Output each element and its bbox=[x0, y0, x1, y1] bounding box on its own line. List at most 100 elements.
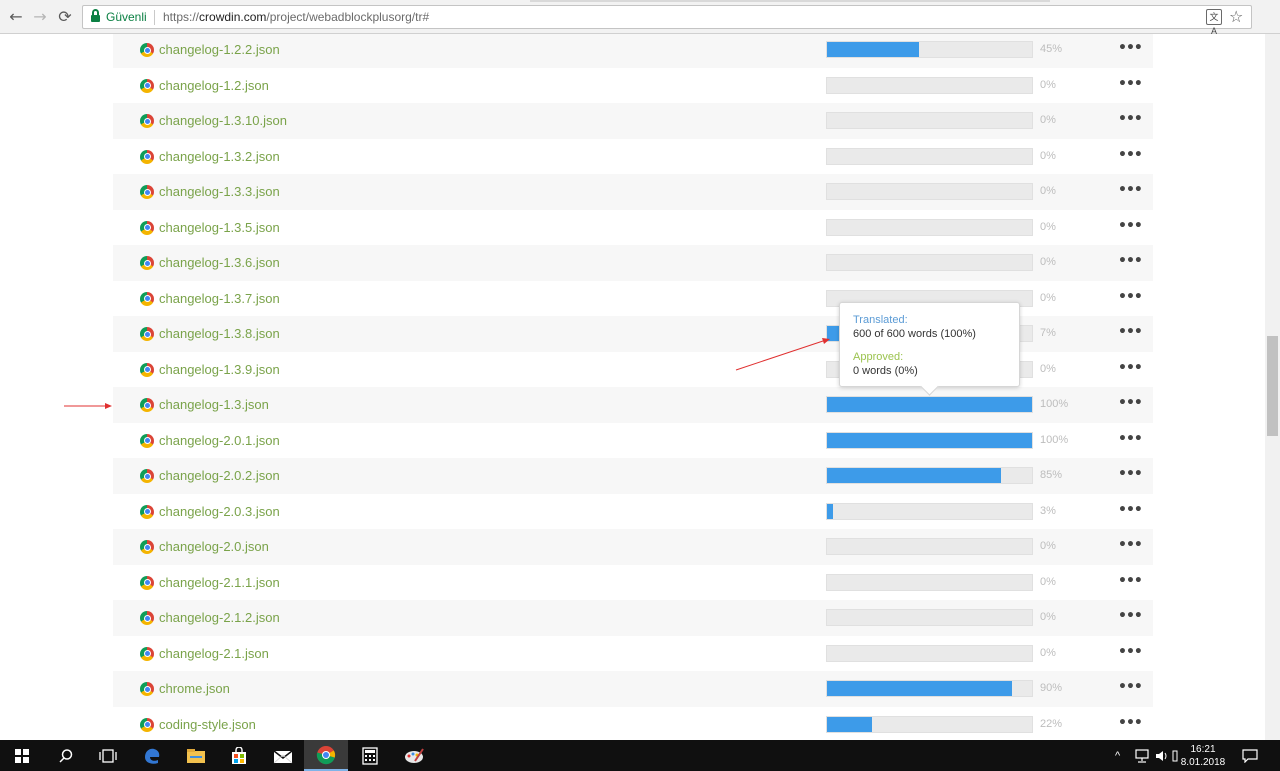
translation-progress-bar[interactable] bbox=[826, 715, 1033, 733]
file-name-link[interactable]: changelog-1.3.10.json bbox=[159, 113, 287, 128]
row-more-menu-icon[interactable]: ••• bbox=[1118, 253, 1143, 269]
row-more-menu-icon[interactable]: ••• bbox=[1118, 573, 1143, 589]
reload-button[interactable]: ⟳ bbox=[55, 7, 75, 27]
translation-progress-bar[interactable] bbox=[826, 147, 1033, 165]
mail-taskbar-button[interactable] bbox=[261, 740, 305, 771]
file-name-link[interactable]: changelog-1.3.6.json bbox=[159, 255, 280, 270]
translation-progress-bar[interactable] bbox=[826, 680, 1033, 697]
row-more-menu-icon[interactable]: ••• bbox=[1118, 466, 1143, 482]
row-more-menu-icon[interactable]: ••• bbox=[1118, 679, 1143, 695]
page-scrollbar[interactable] bbox=[1265, 34, 1280, 740]
lock-icon[interactable] bbox=[91, 9, 100, 22]
bookmark-star-icon[interactable]: ☆ bbox=[1229, 7, 1243, 26]
progress-percent: 100% bbox=[1040, 433, 1069, 446]
translation-progress-bar[interactable] bbox=[826, 254, 1033, 271]
chrome-file-icon bbox=[140, 575, 154, 590]
translation-progress-fill bbox=[827, 716, 873, 732]
chrome-file-icon bbox=[140, 362, 154, 377]
file-name-link[interactable]: changelog-1.3.3.json bbox=[159, 184, 280, 199]
notification-icon bbox=[1242, 748, 1258, 763]
translate-icon[interactable]: 文A bbox=[1206, 9, 1222, 36]
file-name-link[interactable]: changelog-2.1.json bbox=[159, 646, 269, 661]
row-more-menu-icon[interactable]: ••• bbox=[1118, 502, 1143, 518]
row-more-menu-icon[interactable]: ••• bbox=[1118, 360, 1143, 376]
row-more-menu-icon[interactable]: ••• bbox=[1118, 76, 1143, 92]
store-taskbar-button[interactable] bbox=[217, 740, 261, 771]
file-name-link[interactable]: changelog-2.1.1.json bbox=[159, 575, 280, 590]
file-row: changelog-1.3.2.json 0% ••• bbox=[113, 139, 1153, 175]
task-view-button[interactable] bbox=[86, 740, 130, 771]
row-more-menu-icon[interactable]: ••• bbox=[1118, 40, 1143, 56]
file-row: changelog-2.0.3.json 3% ••• bbox=[113, 494, 1153, 530]
tray-volume[interactable] bbox=[1155, 740, 1169, 771]
file-name-link[interactable]: changelog-1.2.json bbox=[159, 78, 269, 93]
scrollbar-thumb[interactable] bbox=[1267, 336, 1278, 436]
translation-progress-bar[interactable] bbox=[826, 538, 1033, 555]
chrome-file-icon bbox=[140, 717, 154, 732]
file-name-link[interactable]: changelog-1.3.9.json bbox=[159, 362, 280, 377]
row-more-menu-icon[interactable]: ••• bbox=[1118, 324, 1143, 340]
translation-progress-bar[interactable] bbox=[826, 467, 1033, 484]
file-row: changelog-1.3.5.json 0% ••• bbox=[113, 210, 1153, 246]
translation-progress-bar[interactable] bbox=[826, 396, 1033, 413]
action-center-button[interactable] bbox=[1242, 740, 1258, 771]
forward-button[interactable]: → bbox=[30, 7, 50, 27]
chrome-taskbar-button[interactable] bbox=[304, 740, 348, 771]
file-name-link[interactable]: changelog-1.3.7.json bbox=[159, 291, 280, 306]
row-more-menu-icon[interactable]: ••• bbox=[1118, 218, 1143, 234]
url-host: crowdin.com bbox=[199, 10, 267, 24]
start-button[interactable] bbox=[0, 740, 44, 771]
file-name-link[interactable]: changelog-1.2.2.json bbox=[159, 42, 280, 57]
translation-progress-bar[interactable] bbox=[826, 41, 1033, 58]
file-name-link[interactable]: changelog-1.3.2.json bbox=[159, 149, 280, 164]
row-more-menu-icon[interactable]: ••• bbox=[1118, 644, 1143, 660]
tray-network[interactable] bbox=[1134, 740, 1150, 771]
row-more-menu-icon[interactable]: ••• bbox=[1118, 715, 1143, 731]
mail-icon bbox=[273, 749, 293, 763]
row-more-menu-icon[interactable]: ••• bbox=[1118, 111, 1143, 127]
file-explorer-taskbar-button[interactable] bbox=[174, 740, 218, 771]
translation-progress-bar[interactable] bbox=[826, 112, 1033, 129]
file-name-link[interactable]: changelog-1.3.5.json bbox=[159, 220, 280, 235]
tray-language[interactable] bbox=[1172, 740, 1178, 771]
file-name-link[interactable]: changelog-2.0.1.json bbox=[159, 433, 280, 448]
taskbar-clock[interactable]: 16:21 8.01.2018 bbox=[1180, 743, 1226, 769]
row-more-menu-icon[interactable]: ••• bbox=[1118, 431, 1143, 447]
edge-taskbar-button[interactable] bbox=[130, 740, 174, 771]
row-more-menu-icon[interactable]: ••• bbox=[1118, 182, 1143, 198]
translation-progress-bar[interactable] bbox=[826, 644, 1033, 662]
row-more-menu-icon[interactable]: ••• bbox=[1118, 147, 1143, 163]
chrome-file-icon bbox=[140, 149, 154, 164]
row-more-menu-icon[interactable]: ••• bbox=[1118, 395, 1143, 411]
file-name-link[interactable]: changelog-1.3.8.json bbox=[159, 326, 280, 341]
row-more-menu-icon[interactable]: ••• bbox=[1118, 608, 1143, 624]
translation-progress-bar[interactable] bbox=[826, 502, 1033, 520]
row-more-menu-icon[interactable]: ••• bbox=[1118, 289, 1143, 305]
calculator-taskbar-button[interactable] bbox=[348, 740, 392, 771]
translation-progress-bar[interactable] bbox=[826, 218, 1033, 236]
row-more-menu-icon[interactable]: ••• bbox=[1118, 537, 1143, 553]
file-name-link[interactable]: coding-style.json bbox=[159, 717, 256, 732]
page-content: changelog-1.2.2.json 45% ••• changelog-1.2.… bbox=[0, 34, 1280, 740]
file-name-link[interactable]: changelog-1.3.json bbox=[159, 397, 269, 412]
paint-taskbar-button[interactable] bbox=[392, 740, 436, 771]
progress-percent: 0% bbox=[1040, 185, 1056, 197]
file-name-link[interactable]: changelog-2.0.2.json bbox=[159, 468, 280, 483]
translation-progress-bar[interactable] bbox=[826, 76, 1033, 94]
address-bar[interactable]: Güvenli https://crowdin.com/project/weba… bbox=[82, 5, 1252, 36]
chrome-file-icon bbox=[140, 469, 154, 483]
translation-progress-bar[interactable] bbox=[826, 609, 1033, 626]
translation-progress-bar[interactable] bbox=[826, 183, 1033, 200]
secure-label[interactable]: Güvenli bbox=[106, 10, 147, 24]
file-name-link[interactable]: changelog-2.0.3.json bbox=[159, 504, 280, 519]
translation-progress-bar[interactable] bbox=[826, 431, 1033, 449]
file-name-link[interactable]: changelog-2.1.2.json bbox=[159, 610, 280, 625]
taskbar-search-button[interactable] bbox=[44, 740, 88, 771]
progress-tooltip: Translated: 600 of 600 words (100%) Appr… bbox=[839, 302, 1020, 387]
translation-progress-bar[interactable] bbox=[826, 573, 1033, 591]
tray-overflow-button[interactable]: ^ bbox=[1115, 740, 1120, 771]
file-name-link[interactable]: chrome.json bbox=[159, 681, 230, 696]
url-text[interactable]: https://crowdin.com/project/webadblockpl… bbox=[163, 10, 429, 24]
file-name-link[interactable]: changelog-2.0.json bbox=[159, 539, 269, 554]
back-button[interactable]: ← bbox=[6, 7, 26, 27]
